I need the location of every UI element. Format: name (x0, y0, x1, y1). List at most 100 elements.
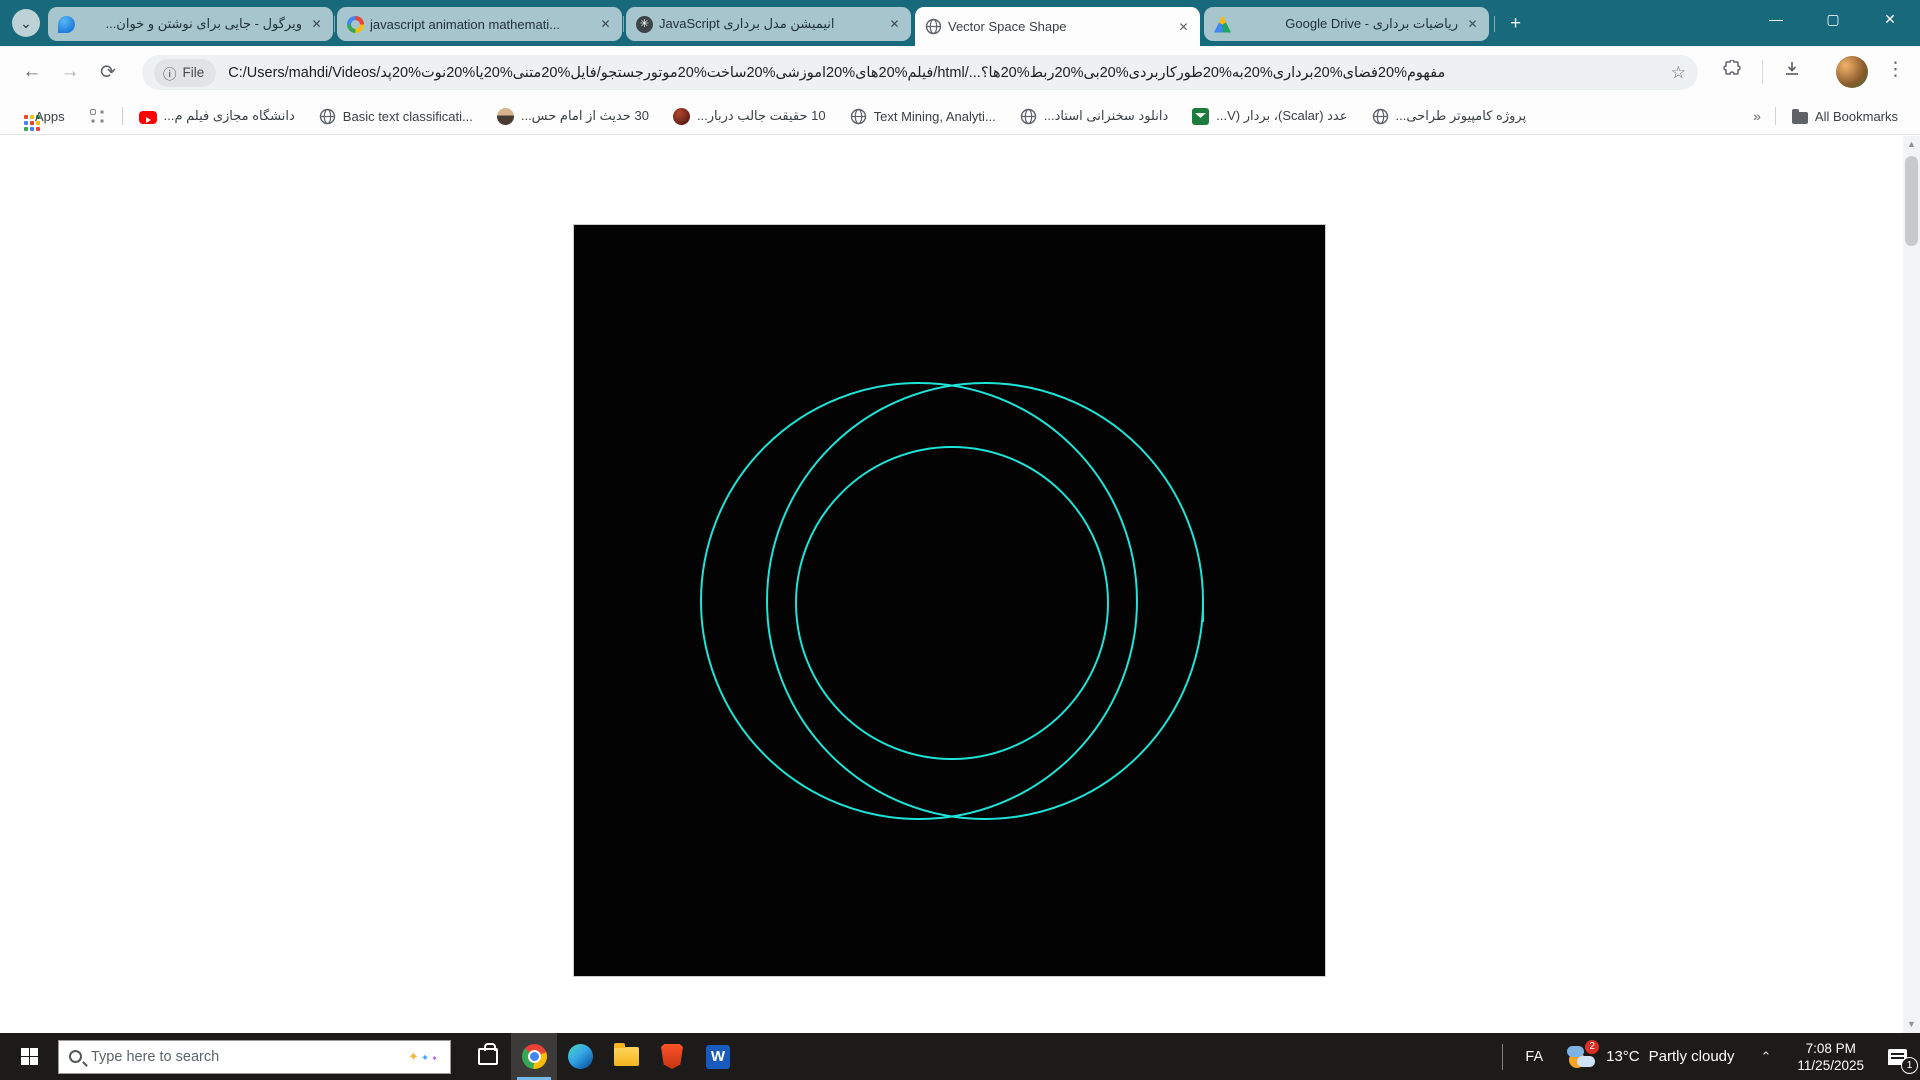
close-icon[interactable]: ✕ (886, 16, 903, 33)
tab-google-search[interactable]: javascript animation mathemati... ✕ (337, 7, 622, 41)
search-highlights-icon[interactable]: ✦✦✦ (408, 1049, 440, 1065)
taskbar-app-chrome[interactable] (511, 1033, 557, 1080)
bookmark-item[interactable]: عدد (Scalar)، بردار (V... (1184, 104, 1355, 129)
grad-cap-icon (1192, 108, 1209, 125)
info-icon: ⓘ (163, 63, 177, 83)
bookmark-item[interactable]: Basic text classificati... (311, 104, 481, 129)
site-info-chip[interactable]: ⓘ File (154, 59, 216, 87)
screen: ⌄ ویرگول - جایی برای نوشتن و خوان... ✕ j… (0, 0, 1920, 1080)
language-indicator[interactable]: FA (1511, 1049, 1557, 1065)
taskbar-app-word[interactable]: W (695, 1033, 741, 1080)
close-icon[interactable]: ✕ (1175, 18, 1192, 35)
minimize-button[interactable]: — (1748, 0, 1804, 38)
brave-icon (661, 1044, 683, 1069)
tab-virgool[interactable]: ویرگول - جایی برای نوشتن و خوان... ✕ (48, 7, 333, 41)
word-icon: W (706, 1045, 730, 1069)
weather-widget[interactable]: 2 13°C Partly cloudy (1557, 1044, 1744, 1070)
bookmark-item[interactable]: دانلود سخنرانی استاد... (1012, 104, 1177, 129)
tab-separator (1494, 16, 1495, 32)
chatgpt-icon (636, 16, 653, 33)
red-sphere-icon (673, 108, 690, 125)
extensions-puzzle-icon[interactable] (1722, 60, 1742, 85)
bookmarks-overflow-button[interactable]: » (1747, 108, 1767, 124)
tab-title: ویرگول - جایی برای نوشتن و خوان... (81, 16, 302, 32)
store-icon (478, 1048, 498, 1065)
bookmark-item[interactable]: دانشگاه مجازی فیلم م... (131, 104, 303, 128)
page-content: ▲ ▼ (0, 136, 1920, 1033)
bookmark-item[interactable]: پروژه کامپیوتر طراحی... (1364, 104, 1535, 129)
vector-space-canvas[interactable] (573, 224, 1326, 977)
apps-label: Apps (35, 109, 65, 124)
taskbar-search-input[interactable]: Type here to search ✦✦✦ (58, 1040, 451, 1074)
bookmark-label: عدد (Scalar)، بردار (V... (1216, 108, 1347, 124)
browser-frame: ⌄ ویرگول - جایی برای نوشتن و خوان... ✕ j… (0, 0, 1920, 46)
close-icon[interactable]: ✕ (308, 16, 325, 33)
address-bar[interactable]: ⓘ File C:/Users/mahdi/Videos/فیلم%20های%… (142, 55, 1698, 90)
cloud-icon (1567, 1046, 1584, 1057)
tab-vector-space-shape[interactable]: Vector Space Shape ✕ (915, 7, 1200, 46)
tab-google-drive[interactable]: ریاضیات برداری - Google Drive ✕ (1204, 7, 1489, 41)
windows-taskbar: Type here to search ✦✦✦ W FA 2 13°C Part… (0, 1033, 1920, 1080)
tab-separator (623, 16, 624, 32)
kebab-menu-icon[interactable]: ⋮ (1886, 58, 1905, 81)
bookmark-item[interactable]: 30 حدیث از امام حس... (489, 104, 657, 129)
tab-title: Vector Space Shape (948, 19, 1169, 34)
tray-overflow-chevron[interactable]: ⌃ (1745, 1049, 1788, 1065)
bookmark-item[interactable]: 10 حقیقت جالب دربار... (665, 104, 834, 129)
url-text[interactable]: C:/Users/mahdi/Videos/فیلم%20های%20اموزش… (228, 65, 1660, 81)
scroll-down-icon[interactable]: ▼ (1903, 1016, 1920, 1033)
tray-divider (1502, 1044, 1503, 1070)
new-tab-button[interactable]: + (1502, 10, 1529, 37)
avatar-icon (497, 108, 514, 125)
action-center-button[interactable]: 1 (1874, 1033, 1920, 1080)
scrollbar-thumb[interactable] (1905, 156, 1918, 246)
maximize-button[interactable]: ▢ (1805, 0, 1861, 38)
back-icon: ← (23, 61, 42, 83)
taskbar-app-store[interactable] (465, 1033, 511, 1080)
notification-count-badge: 1 (1901, 1057, 1918, 1074)
all-bookmarks-button[interactable]: All Bookmarks (1784, 105, 1906, 128)
start-button[interactable] (0, 1033, 58, 1080)
folder-icon (1792, 112, 1808, 124)
virgool-icon (58, 16, 75, 33)
close-icon[interactable]: ✕ (597, 16, 614, 33)
bookmark-label: دانلود سخنرانی استاد... (1044, 108, 1169, 124)
taskbar-app-brave[interactable] (649, 1033, 695, 1080)
bookmark-item[interactable]: Text Mining, Analyti... (842, 104, 1004, 129)
browser-toolbar: ← → ⟳ ⓘ File C:/Users/mahdi/Videos/فیلم%… (0, 46, 1920, 98)
chrome-icon (522, 1044, 547, 1069)
reload-button[interactable]: ⟳ (90, 54, 126, 90)
toolbar-divider (1762, 60, 1763, 84)
profile-avatar[interactable] (1836, 56, 1868, 88)
bookmark-label: Text Mining, Analyti... (874, 109, 996, 124)
close-window-button[interactable]: ✕ (1862, 0, 1918, 38)
weather-condition: Partly cloudy (1649, 1048, 1735, 1065)
taskbar-app-file-explorer[interactable] (603, 1033, 649, 1080)
globe-icon (1020, 108, 1037, 125)
bookmarks-divider (1775, 107, 1776, 125)
page-scrollbar[interactable]: ▲ ▼ (1903, 136, 1920, 1033)
scroll-up-icon[interactable]: ▲ (1903, 136, 1920, 153)
tab-groups-icon (90, 109, 96, 115)
bookmark-label: 30 حدیث از امام حس... (521, 108, 649, 124)
tab-title: javascript animation mathemati... (370, 17, 591, 32)
tab-search-button[interactable]: ⌄ (12, 9, 40, 37)
taskbar-app-edge[interactable] (557, 1033, 603, 1080)
tab-title: ریاضیات برداری - Google Drive (1237, 16, 1458, 32)
tab-chatgpt[interactable]: JavaScript انیمیشن مدل برداری ✕ (626, 7, 911, 41)
site-info-label: File (183, 65, 205, 80)
globe-icon (850, 108, 867, 125)
tab-groups-button[interactable] (81, 104, 114, 129)
cloud-icon (1577, 1056, 1595, 1067)
reload-icon: ⟳ (100, 61, 116, 84)
bookmark-label: 10 حقیقت جالب دربار... (697, 108, 826, 124)
search-icon (69, 1050, 82, 1063)
taskbar-clock[interactable]: 7:08 PM 11/25/2025 (1787, 1040, 1874, 1074)
forward-button[interactable]: → (52, 54, 88, 90)
bookmark-star-icon[interactable]: ☆ (1671, 63, 1686, 83)
downloads-icon[interactable] (1782, 59, 1802, 84)
back-button[interactable]: ← (14, 54, 50, 90)
close-icon[interactable]: ✕ (1464, 16, 1481, 33)
apps-shortcut[interactable]: Apps (14, 105, 73, 128)
file-explorer-icon (614, 1047, 639, 1066)
